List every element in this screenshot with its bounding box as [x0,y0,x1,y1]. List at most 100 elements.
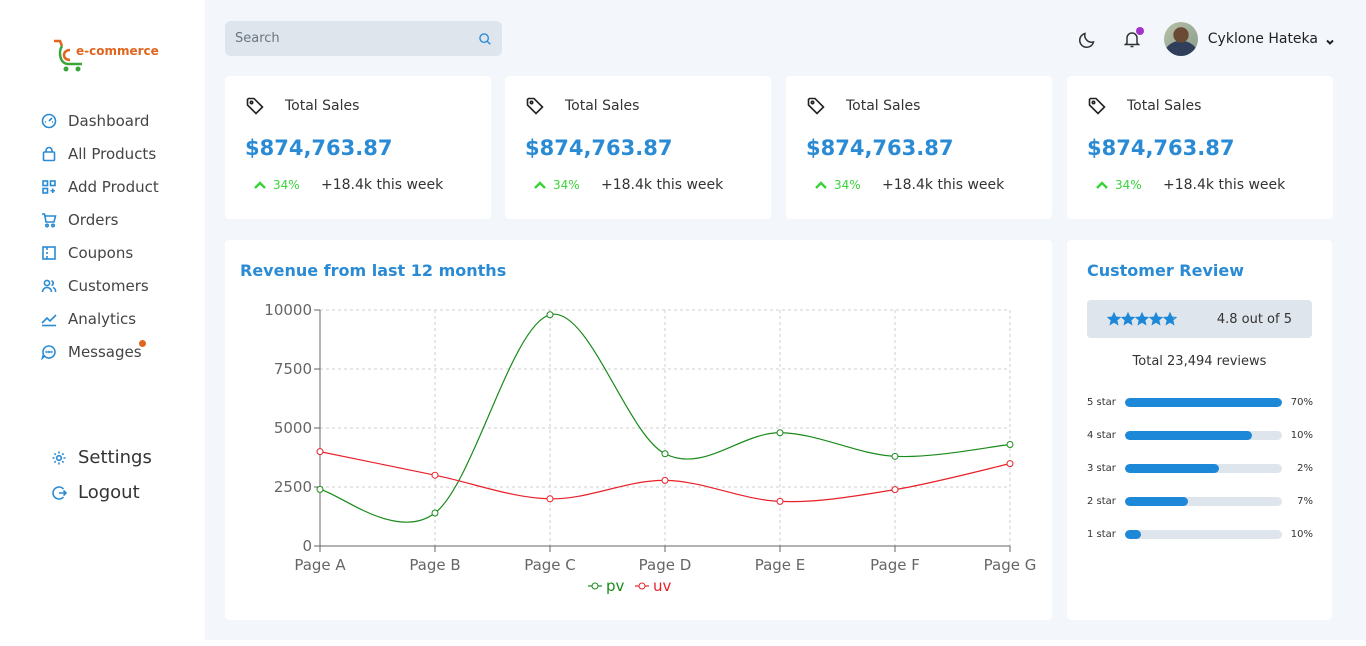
rating-row-percent: 70% [1290,397,1313,408]
data-point-uv [661,476,669,484]
settings-button[interactable]: Settings [50,440,152,475]
data-point-uv [891,486,899,494]
tag-icon [1088,97,1106,115]
stat-week: +18.4k this week [601,177,724,193]
star-icon [1149,312,1163,326]
stat-percent: 34% [1115,178,1142,192]
rating-bar-fill [1125,497,1188,506]
sidebar-item-label: All Products [68,144,157,163]
sidebar-item-orders[interactable]: Orders [40,203,159,236]
rating-row-percent: 10% [1290,529,1313,540]
arrow-up-icon [1096,181,1108,189]
x-tick-label: Page D [639,556,692,574]
cart-icon [40,211,58,229]
legend-label: pv [606,577,625,595]
arrow-up-icon [254,181,266,189]
sidebar-item-add-product[interactable]: Add Product [40,170,159,203]
legend-marker-pv [591,582,599,590]
rating-bar-fill [1125,398,1282,407]
search-input[interactable] [235,31,478,46]
rating-row: 4 star 10% [1087,419,1313,452]
logout-button[interactable]: Logout [50,475,152,510]
rating-row: 3 star 2% [1087,452,1313,485]
brand-logo[interactable]: e-commerce [52,38,159,74]
sidebar-item-label: Add Product [68,177,159,196]
rating-bar-fill [1125,464,1220,473]
sidebar-item-coupons[interactable]: Coupons [40,236,159,269]
chevron-down-icon[interactable] [1324,33,1336,45]
sidebar-item-dashboard[interactable]: Dashboard [40,104,159,137]
stat-title: Total Sales [285,98,360,114]
tag-icon [246,97,264,115]
stat-percent: 34% [553,178,580,192]
y-tick-label: 0 [302,537,312,555]
stat-percent: 34% [834,178,861,192]
x-tick-label: Page A [294,556,346,574]
rating-bar-fill [1125,530,1141,539]
sidebar-item-all-products[interactable]: All Products [40,137,159,170]
sidebar-item-customers[interactable]: Customers [40,269,159,302]
stat-title: Total Sales [565,98,640,114]
star-icon [1121,312,1135,326]
moon-icon [1078,32,1095,48]
stat-title: Total Sales [1127,98,1202,114]
y-tick-label: 2500 [274,478,312,496]
rating-row-percent: 7% [1297,496,1313,507]
rating-bar-track [1125,464,1282,473]
x-tick-label: Page G [984,556,1037,574]
data-point-pv [431,509,439,517]
sidebar-item-analytics[interactable]: Analytics [40,302,159,335]
trend-icon [40,310,58,328]
x-tick-label: Page C [524,556,576,574]
series-line-uv [319,451,1011,503]
data-point-pv [891,452,899,460]
total-reviews: Total 23,494 reviews [1132,354,1267,369]
sidebar-item-messages[interactable]: Messages [40,335,159,368]
search-bar [225,21,502,56]
stat-week: +18.4k this week [321,177,444,193]
rating-bar-track [1125,497,1282,506]
rating-text: 4.8 out of 5 [1216,311,1292,327]
x-tick-label: Page B [409,556,460,574]
data-point-pv [661,450,669,458]
logout-label: Logout [78,482,140,503]
revenue-chart-card: Revenue from last 12 months 0 2500 5000 750… [225,240,1052,620]
star-icon [1107,312,1121,326]
logo-text: e-commerce [76,44,159,58]
user-name[interactable]: Cyklone Hateka [1208,31,1318,47]
stat-value: $874,763.87 [525,136,673,160]
search-icon[interactable] [478,32,492,46]
rating-row: 1 star 10% [1087,518,1313,551]
logout-icon [50,484,68,502]
rating-bar-track [1125,398,1282,407]
x-tick-label: Page E [755,556,806,574]
avatar[interactable] [1163,22,1198,56]
rating-row-percent: 2% [1297,463,1313,474]
x-tick-label: Page F [870,556,920,574]
stat-percent: 34% [273,178,300,192]
dark-mode-toggle[interactable] [1076,27,1100,51]
arrow-up-icon [534,181,546,189]
arrow-up-icon [815,181,827,189]
legend-label: uv [653,577,672,595]
notification-dot [1135,27,1144,35]
gear-icon [50,449,68,467]
revenue-line-chart: 0 2500 5000 7500 10000 Page A Page B Page C Page… [264,301,1037,595]
coupon-icon [40,244,58,262]
sidebar-item-label: Orders [68,210,119,229]
chat-icon [40,343,58,361]
rating-distribution: 5 star 70% 4 star 10% 3 star 2% 2 star 7% 1 star… [1087,386,1313,551]
data-point-pv [316,485,324,493]
star-icon [1135,312,1149,326]
notifications-button[interactable] [1120,27,1144,51]
data-point-pv [546,311,554,319]
sidebar-item-label: Analytics [68,309,137,328]
sidebar: e-commerce Dashboard All Products Add Pr… [0,0,205,646]
rating-bar-fill [1125,431,1253,440]
tag-icon [526,97,544,115]
messages-text: Messages [68,342,142,361]
data-point-uv [546,495,554,503]
data-point-uv [776,497,784,505]
star-rating [1107,312,1177,326]
rating-row-label: 5 star [1087,397,1116,408]
